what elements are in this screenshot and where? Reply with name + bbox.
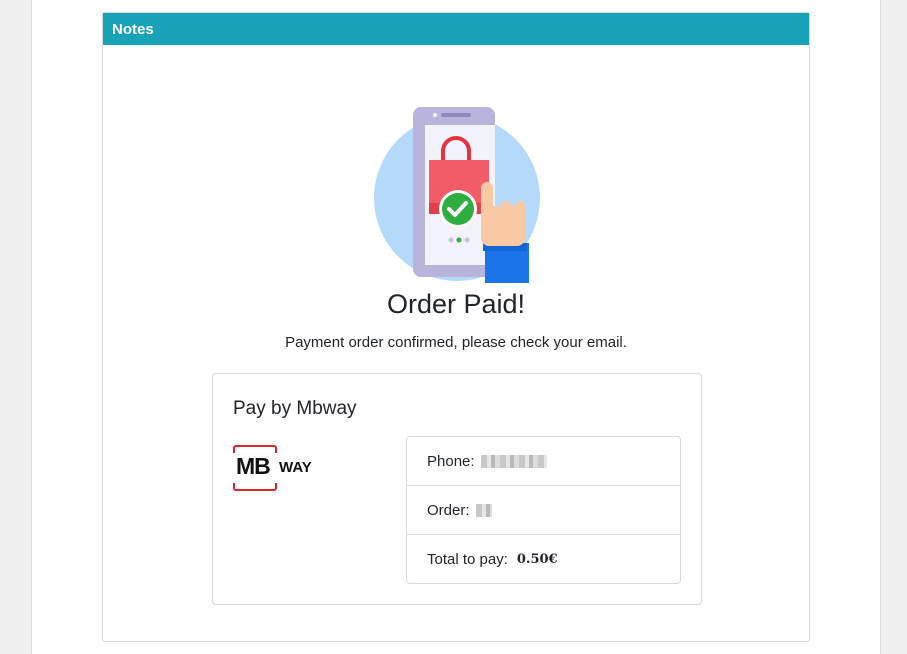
order-paid-illustration — [374, 107, 540, 283]
total-label: Total to pay: — [427, 550, 508, 568]
confirmation-message: Payment order confirmed, please check yo… — [285, 334, 627, 351]
phone-value-redacted — [480, 454, 547, 468]
total-row: Total to pay: 0.50€ — [407, 535, 680, 583]
phone-speaker — [441, 113, 471, 117]
phone-camera — [433, 113, 437, 117]
mbway-logo: MB WAY — [233, 445, 323, 491]
payment-details-list: Phone: Order: Total to pay: 0.50€ — [406, 436, 681, 584]
notes-card: Notes Order Paid! Payment order confirme… — [102, 12, 810, 642]
phone-label: Phone: — [427, 452, 475, 470]
payment-card: Pay by Mbway MB WAY Phone: Order: Total … — [212, 373, 702, 605]
order-label: Order: — [427, 501, 470, 519]
payment-title: Pay by Mbway — [233, 398, 357, 419]
total-amount: 0.50€ — [516, 551, 558, 567]
notes-header: Notes — [103, 13, 809, 45]
order-value-redacted — [475, 503, 492, 517]
page-container: Notes Order Paid! Payment order confirme… — [31, 0, 881, 654]
phone-row: Phone: — [407, 437, 680, 486]
order-row: Order: — [407, 486, 680, 535]
page-title: Order Paid! — [386, 289, 526, 319]
